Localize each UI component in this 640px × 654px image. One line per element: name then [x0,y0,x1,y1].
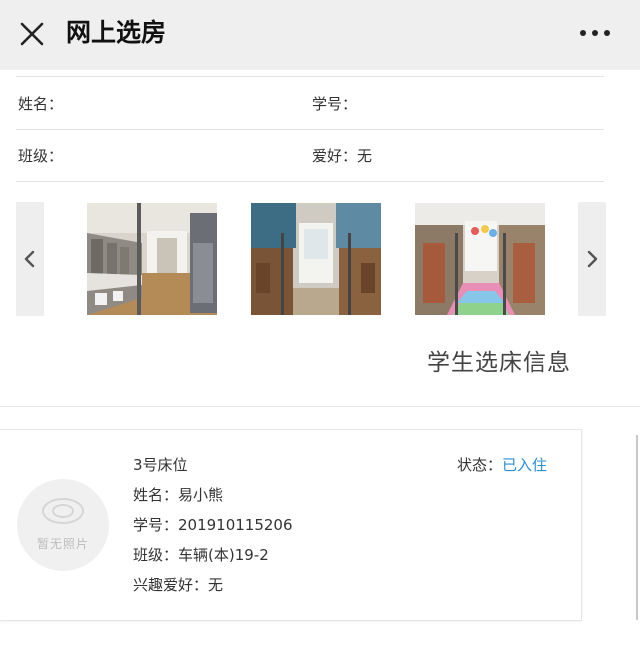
occupant-class: 班级：车辆(本)19-2 [133,546,269,564]
occupant-student-id: 学号：201910115206 [133,516,293,534]
name-label: 姓名： [18,95,64,113]
bed-card[interactable]: 暂无照片 3号床位 状态：已入住 姓名：易小熊 学号：201910115206 … [0,429,582,621]
hobby-field: 爱好：无 [312,145,372,166]
top-bar: 网上选房 [0,0,640,70]
status-badge: 已入住 [502,456,548,474]
hobby-value: 无 [357,147,373,165]
status-label: 状态： [457,456,503,474]
section-title: 学生选床信息 [427,350,571,376]
more-icon[interactable] [578,28,612,38]
room-photo-2[interactable] [251,203,381,315]
room-photo-carousel [16,202,606,318]
avatar-placeholder-icon [42,498,84,524]
carousel-prev-button[interactable] [16,202,44,316]
occupant-hobby: 兴趣爱好：无 [133,576,224,594]
class-label: 班级： [18,147,64,165]
status-field: 状态：已入住 [457,454,547,475]
avatar-text: 暂无照片 [36,537,89,551]
chevron-right-icon [587,250,598,268]
hobby-label: 爱好： [312,147,358,165]
close-icon[interactable] [18,20,46,48]
info-row-1: 姓名： 学号： [16,76,604,130]
page-title: 网上选房 [66,18,167,47]
info-row-2: 班级： 爱好：无 [16,129,604,182]
divider [0,406,640,407]
occupant-name: 姓名：易小熊 [133,486,224,504]
room-photo-1[interactable] [87,203,217,315]
avatar: 暂无照片 [17,479,109,571]
scrollbar[interactable] [636,435,638,620]
carousel-next-button[interactable] [578,202,606,316]
student-id-label: 学号： [312,95,358,113]
chevron-left-icon [24,250,35,268]
room-photo-3[interactable] [415,203,545,315]
bed-number: 3号床位 [133,456,188,474]
